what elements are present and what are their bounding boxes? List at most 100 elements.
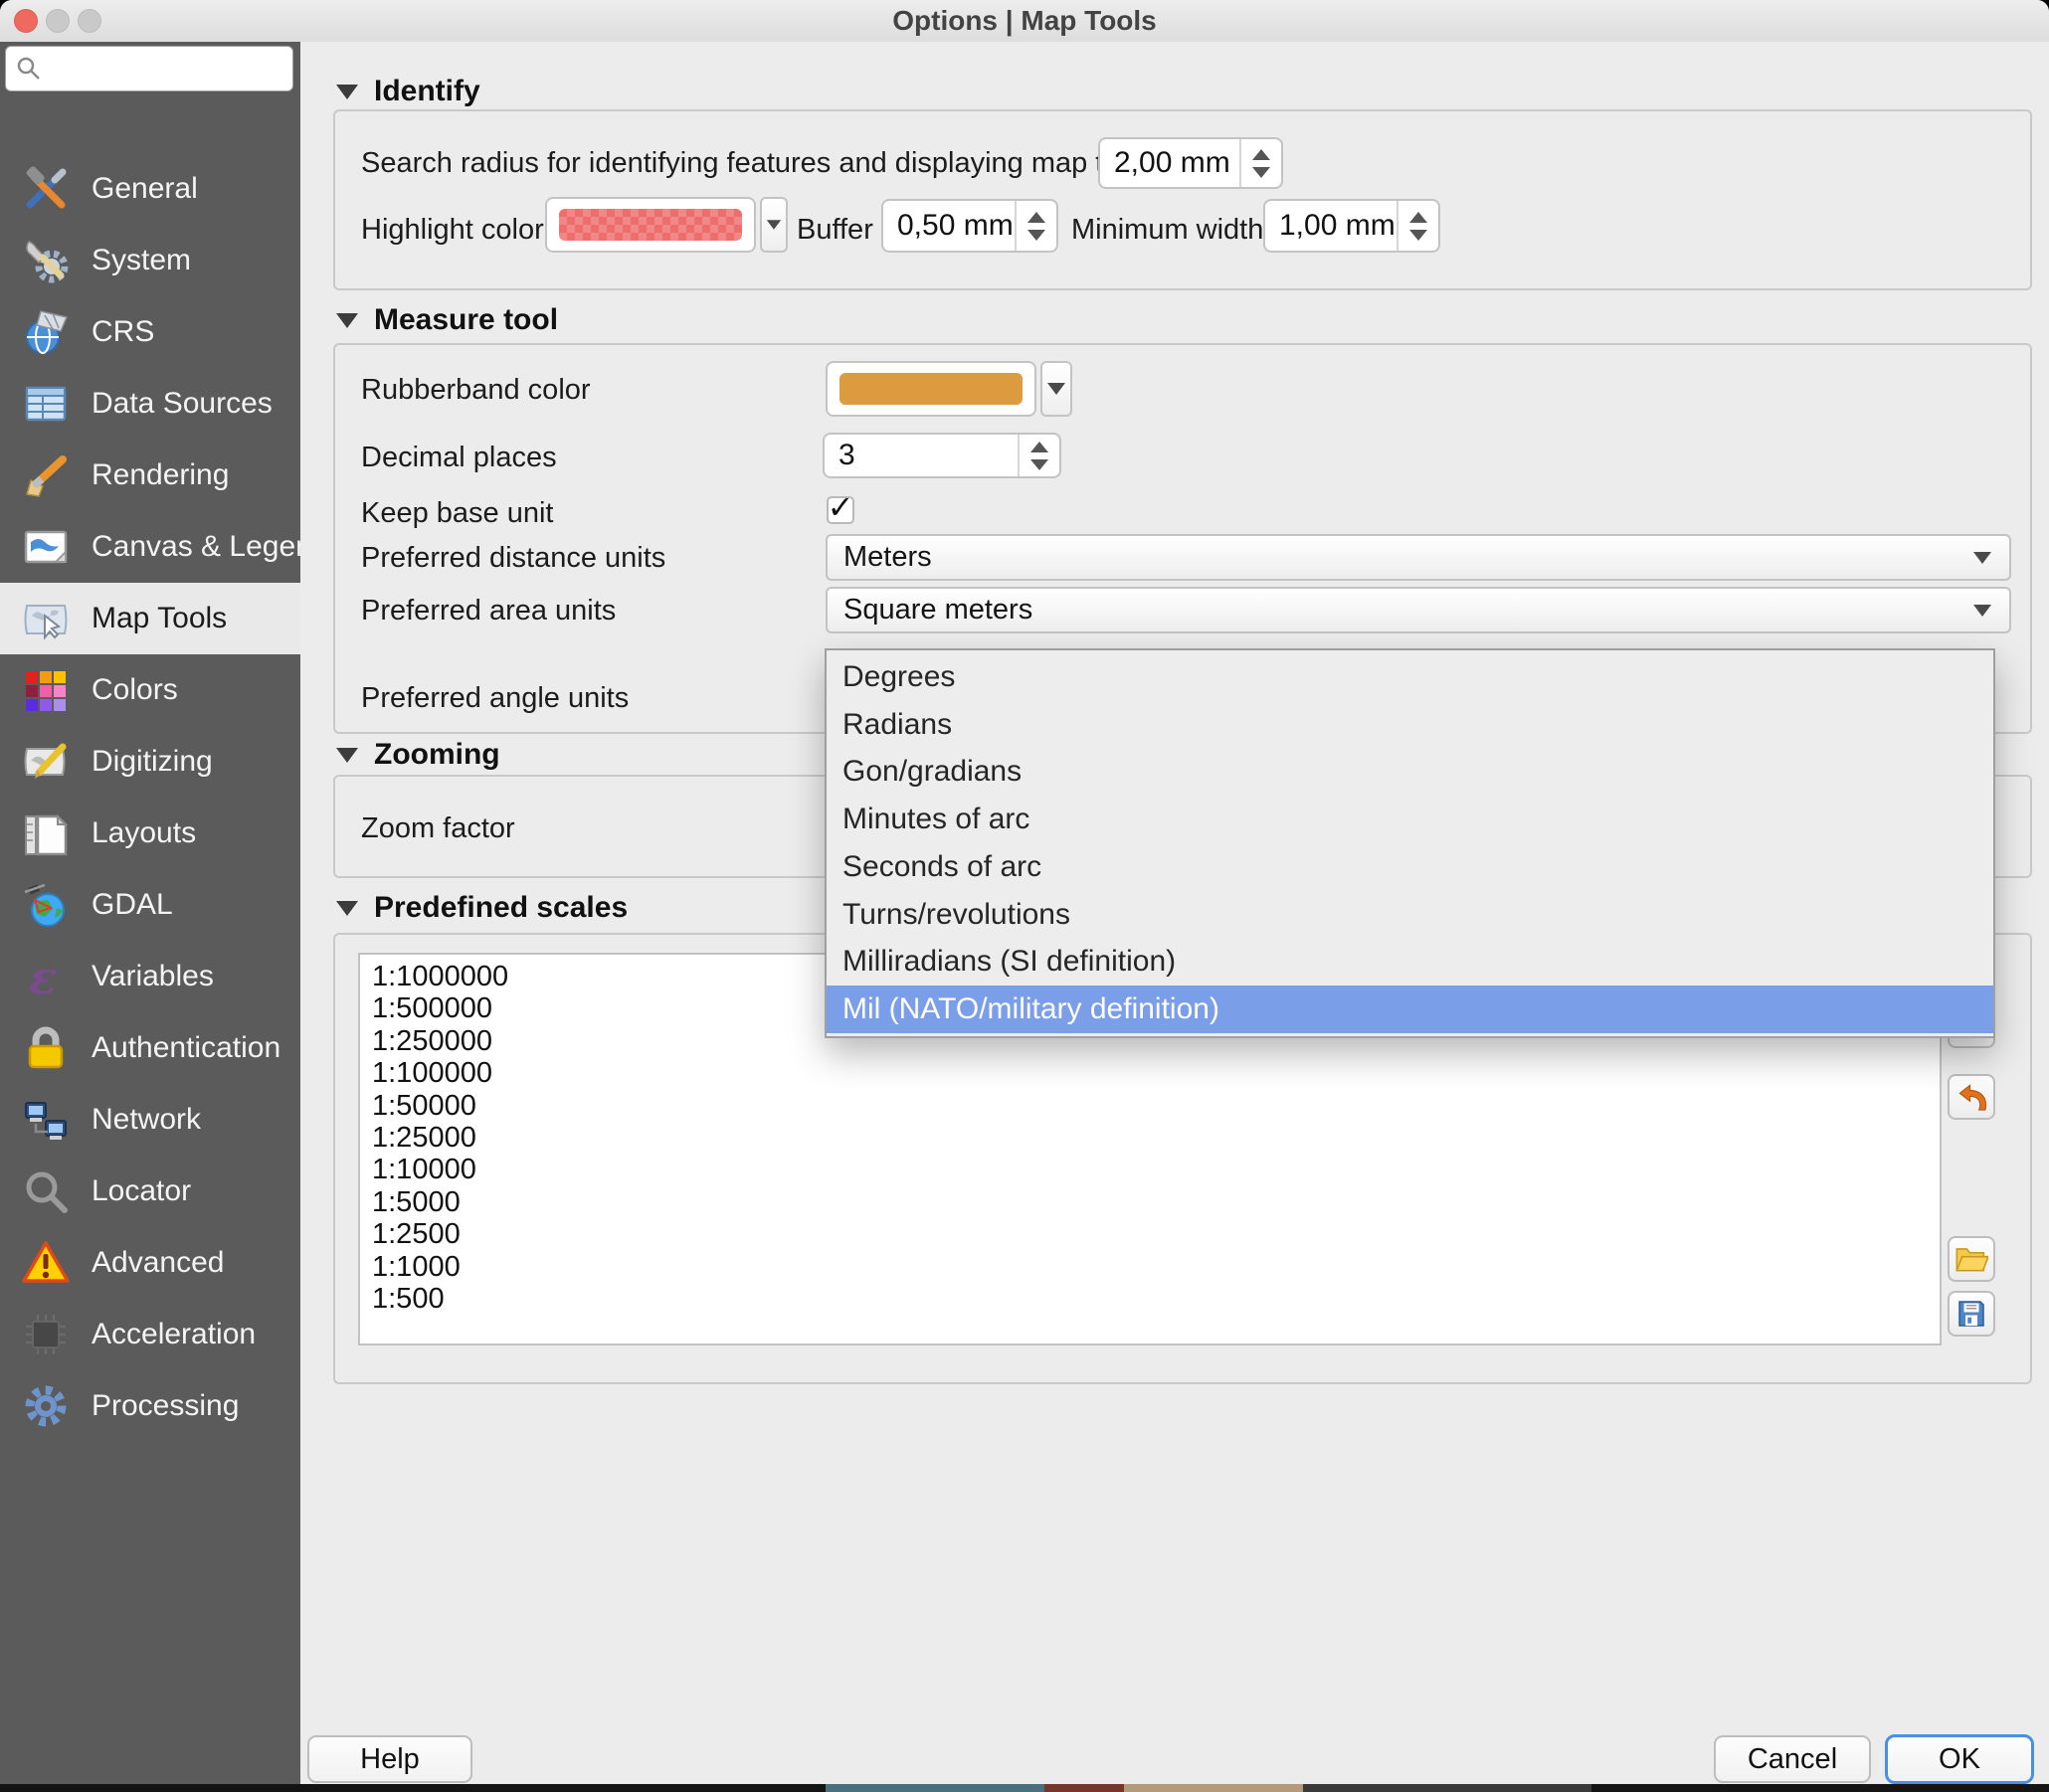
sidebar-item-map-tools[interactable]: Map Tools (0, 583, 300, 654)
rubberband-color-swatch[interactable] (826, 361, 1036, 417)
scale-item[interactable]: 1:1000 (372, 1251, 1940, 1283)
distance-units-value: Meters (843, 541, 932, 574)
sidebar-item-label: Rendering (92, 458, 229, 492)
chevron-down-icon (1973, 605, 1991, 617)
highlight-color-dropdown-button[interactable] (760, 197, 788, 253)
cancel-button[interactable]: Cancel (1714, 1735, 1871, 1783)
zoom-factor-label: Zoom factor (361, 812, 515, 845)
help-button[interactable]: Help (307, 1735, 472, 1783)
zooming-collapse-icon[interactable] (336, 748, 358, 763)
sidebar-item-network[interactable]: Network (0, 1084, 300, 1156)
table-icon (20, 378, 72, 430)
sidebar-item-colors[interactable]: Colors (0, 654, 300, 726)
export-scales-button[interactable] (1948, 1291, 1995, 1337)
background-app-strip (0, 1784, 2049, 1792)
predefined-scales-section-title: Predefined scales (374, 891, 628, 925)
spin-arrows-icon[interactable] (1397, 201, 1438, 251)
distance-units-combobox[interactable]: Meters (826, 534, 2011, 581)
distance-units-label: Preferred distance units (361, 542, 665, 575)
sidebar-item-variables[interactable]: ε Variables (0, 941, 300, 1012)
globe-satellite-icon (20, 879, 72, 931)
chevron-down-icon (1047, 383, 1065, 395)
scale-item[interactable]: 1:5000 (372, 1186, 1940, 1218)
sidebar-item-authentication[interactable]: Authentication (0, 1012, 300, 1084)
decimal-places-spinbox[interactable]: 3 (823, 433, 1061, 478)
sidebar-item-gdal[interactable]: GDAL (0, 869, 300, 941)
restore-default-scales-button[interactable] (1948, 1074, 1995, 1120)
scale-item[interactable]: 1:100000 (372, 1057, 1940, 1089)
scale-item[interactable]: 1:25000 (372, 1122, 1940, 1154)
dropdown-option-milliradians[interactable]: Milliradians (SI definition) (827, 939, 1993, 986)
zoom-window-button[interactable] (78, 9, 101, 33)
area-units-combobox[interactable]: Square meters (826, 587, 2011, 633)
sidebar-item-system[interactable]: System (0, 225, 300, 296)
highlight-color-swatch[interactable] (545, 197, 756, 253)
sidebar-item-acceleration[interactable]: Acceleration (0, 1299, 300, 1370)
decimal-places-value: 3 (825, 439, 1018, 472)
sidebar-item-canvas-legend[interactable]: Canvas & Legend (0, 511, 300, 583)
titlebar: Options | Map Tools (0, 0, 2049, 44)
dropdown-option-seconds-of-arc[interactable]: Seconds of arc (827, 843, 1993, 891)
import-scales-button[interactable] (1948, 1236, 1995, 1282)
minimize-window-button[interactable] (46, 9, 70, 33)
sidebar-search-input[interactable] (5, 46, 293, 91)
sidebar-item-general[interactable]: General (0, 153, 300, 225)
measure-collapse-icon[interactable] (336, 313, 358, 328)
predefined-scales-collapse-icon[interactable] (336, 901, 358, 916)
angle-units-dropdown-popup: Degrees Radians Gon/gradians Minutes of … (825, 648, 1995, 1038)
sidebar-item-label: Colors (92, 673, 178, 707)
sidebar-item-label: Advanced (92, 1246, 224, 1280)
sidebar-item-label: Data Sources (92, 387, 273, 421)
page-layout-icon (20, 807, 72, 859)
scale-item[interactable]: 1:50000 (372, 1090, 1940, 1122)
sidebar-item-layouts[interactable]: Layouts (0, 798, 300, 869)
map-pencil-icon (20, 736, 72, 788)
sidebar-item-locator[interactable]: Locator (0, 1156, 300, 1227)
close-window-button[interactable] (14, 9, 38, 33)
sidebar-item-advanced[interactable]: Advanced (0, 1227, 300, 1299)
dropdown-option-radians[interactable]: Radians (827, 701, 1993, 749)
rubberband-color-dropdown-button[interactable] (1040, 361, 1072, 417)
dropdown-option-mil-nato[interactable]: Mil (NATO/military definition) (827, 986, 1993, 1033)
open-folder-icon (1955, 1244, 1988, 1274)
sidebar-item-data-sources[interactable]: Data Sources (0, 368, 300, 440)
sidebar-item-digitizing[interactable]: Digitizing (0, 726, 300, 798)
keep-base-unit-checkbox[interactable]: ✓ (827, 496, 854, 524)
spin-arrows-icon[interactable] (1015, 201, 1056, 251)
sidebar-item-crs[interactable]: CRS (0, 296, 300, 368)
buffer-spinbox[interactable]: 0,50 mm (881, 199, 1058, 253)
dropdown-option-turns-revolutions[interactable]: Turns/revolutions (827, 891, 1993, 939)
checkmark-icon: ✓ (828, 488, 854, 526)
help-button-label: Help (360, 1743, 420, 1776)
search-radius-spinbox[interactable]: 2,00 mm (1098, 137, 1283, 189)
computers-icon (20, 1094, 72, 1146)
spin-arrows-icon[interactable] (1239, 139, 1281, 187)
sidebar-item-label: Canvas & Legend (92, 530, 329, 564)
chevron-down-icon (767, 220, 781, 230)
sidebar-item-label: GDAL (92, 888, 173, 922)
scale-item[interactable]: 1:500 (372, 1283, 1940, 1315)
area-units-label: Preferred area units (361, 595, 616, 627)
ok-button[interactable]: OK (1885, 1734, 2034, 1784)
identify-section-title: Identify (374, 75, 480, 108)
measure-section-title: Measure tool (374, 303, 558, 337)
identify-collapse-icon[interactable] (336, 85, 358, 99)
dropdown-option-gon-gradians[interactable]: Gon/gradians (827, 749, 1993, 797)
sidebar-item-label: Processing (92, 1389, 239, 1423)
sidebar-item-label: Variables (92, 960, 214, 993)
min-width-value: 1,00 mm (1265, 209, 1397, 243)
spin-arrows-icon[interactable] (1018, 435, 1059, 476)
sidebar-item-label: Digitizing (92, 745, 213, 779)
scale-item[interactable]: 1:2500 (372, 1218, 1940, 1250)
sidebar-item-rendering[interactable]: Rendering (0, 440, 300, 511)
dropdown-option-minutes-of-arc[interactable]: Minutes of arc (827, 796, 1993, 843)
min-width-spinbox[interactable]: 1,00 mm (1263, 199, 1440, 253)
solid-color-icon (839, 373, 1022, 405)
sidebar-item-label: Network (92, 1103, 201, 1137)
scale-item[interactable]: 1:10000 (372, 1154, 1940, 1185)
checkered-color-icon (559, 209, 741, 241)
sidebar-item-label: System (92, 244, 191, 277)
globe-grid-icon (20, 306, 72, 358)
sidebar-item-processing[interactable]: Processing (0, 1370, 300, 1442)
dropdown-option-degrees[interactable]: Degrees (827, 653, 1993, 701)
